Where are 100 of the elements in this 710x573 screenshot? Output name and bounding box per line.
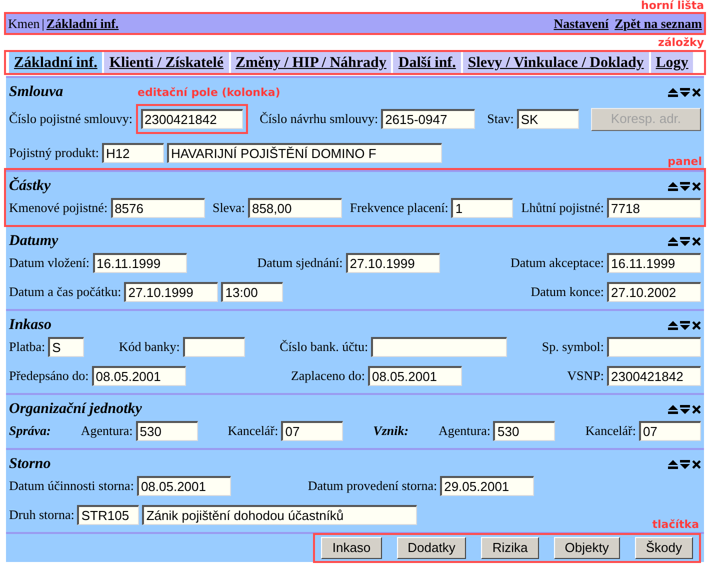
- close-icon[interactable]: [692, 404, 701, 414]
- collapse-icon[interactable]: [668, 236, 678, 246]
- tab[interactable]: Základní inf.: [9, 52, 104, 73]
- tab[interactable]: Slevy / Vinkulace / Doklady: [462, 52, 651, 73]
- collapse-icon[interactable]: [668, 320, 678, 330]
- input-field[interactable]: Zánik pojištění dohodou účastníků: [142, 505, 418, 525]
- collapse-icon[interactable]: [668, 404, 678, 414]
- annotation-label: editační pole (kolonka): [138, 87, 280, 98]
- field-label: Datum konce:: [530, 283, 604, 302]
- field-label: Kód banky:: [118, 338, 180, 356]
- input-field[interactable]: [182, 337, 245, 357]
- tab[interactable]: Další inf.: [393, 52, 463, 73]
- field-label: Datum a čas počátku:: [9, 283, 122, 302]
- field-label: Předepsáno do:: [9, 367, 89, 386]
- input-field[interactable]: 08.05.2001: [368, 366, 462, 386]
- breadcrumb-link[interactable]: Základní inf.: [46, 14, 119, 34]
- tab[interactable]: Logy: [650, 52, 696, 73]
- field-label: Sleva:: [212, 199, 245, 218]
- field-label: Platba:: [9, 338, 46, 356]
- input-field[interactable]: 27.10.2002: [607, 282, 701, 302]
- input-field[interactable]: 2300421842: [140, 109, 243, 129]
- input-field[interactable]: S: [48, 337, 84, 357]
- close-icon[interactable]: [692, 320, 701, 330]
- expand-icon[interactable]: [680, 404, 690, 414]
- action-button[interactable]: Objekty: [554, 537, 620, 559]
- expand-icon[interactable]: [680, 182, 690, 190]
- group-heading: Vznik:: [373, 422, 409, 440]
- input-field[interactable]: 16.11.1999: [92, 253, 187, 273]
- input-field[interactable]: 29.05.2001: [440, 476, 534, 496]
- input-field[interactable]: 07: [638, 421, 701, 441]
- action-button[interactable]: Inkaso: [321, 537, 382, 559]
- field-label: Agentura:: [80, 422, 133, 440]
- input-field[interactable]: H12: [102, 143, 164, 163]
- collapse-icon[interactable]: [668, 182, 678, 190]
- action-button[interactable]: Dodatky: [396, 537, 466, 559]
- input-field[interactable]: 27.10.1999: [346, 253, 440, 273]
- input-field[interactable]: 7718: [607, 198, 701, 218]
- input-field[interactable]: 858,00: [248, 198, 342, 218]
- top-bar-link[interactable]: Zpět na seznam: [614, 14, 702, 34]
- field-label: Frekvence placení:: [350, 199, 448, 218]
- input-field[interactable]: [606, 337, 701, 357]
- panel-title: Datumy: [9, 232, 58, 251]
- field-label: Sp. symbol:: [542, 338, 604, 356]
- field-label: Kancelář:: [585, 422, 636, 440]
- input-field[interactable]: HAVARIJNÍ POJIŠTĚNÍ DOMINO F: [166, 143, 442, 163]
- input-field[interactable]: [371, 337, 508, 357]
- field-label: Stav:: [487, 110, 514, 128]
- input-field[interactable]: SK: [516, 109, 579, 129]
- group-heading: Správa:: [9, 422, 51, 440]
- input-field[interactable]: 27.10.1999: [124, 282, 218, 302]
- close-icon[interactable]: [692, 460, 701, 468]
- field-label: Datum vložení:: [9, 254, 90, 272]
- annotation-label: záložky: [658, 37, 704, 48]
- action-button[interactable]: Rizika: [481, 537, 539, 559]
- annotation-label: tlačítka: [652, 519, 699, 530]
- action-button[interactable]: Škody: [634, 537, 693, 559]
- close-icon[interactable]: [692, 88, 701, 96]
- field-label: Agentura:: [438, 422, 490, 440]
- field-label: Datum účinnosti storna:: [9, 477, 134, 496]
- input-field[interactable]: 13:00: [221, 282, 284, 302]
- top-bar-link[interactable]: Nastavení: [554, 14, 609, 34]
- input-field[interactable]: STR105: [77, 505, 140, 525]
- field-label: Datum sjednání:: [257, 254, 343, 272]
- panel-title: Inkaso: [9, 316, 52, 335]
- field-label: Číslo bank. účtu:: [280, 338, 368, 356]
- input-field[interactable]: 07: [281, 421, 344, 441]
- input-field[interactable]: 2615-0947: [381, 109, 476, 129]
- input-field[interactable]: 530: [136, 421, 198, 441]
- expand-icon[interactable]: [680, 320, 690, 330]
- annotation-label: panel: [668, 156, 702, 167]
- field-label: Zaplaceno do:: [290, 367, 365, 386]
- panel-title: Storno: [9, 454, 51, 474]
- tab[interactable]: Klienti / Získatelé: [104, 52, 231, 73]
- field-label: Druh storna:: [9, 506, 74, 524]
- input-field[interactable]: 1: [451, 198, 514, 218]
- annotation-label: horní lišta: [640, 0, 704, 11]
- panel-title: Smlouva: [9, 82, 64, 102]
- collapse-icon[interactable]: [668, 460, 678, 468]
- expand-icon[interactable]: [680, 236, 690, 246]
- expand-icon[interactable]: [680, 460, 690, 468]
- close-icon[interactable]: [692, 182, 701, 190]
- input-field[interactable]: 8576: [110, 198, 205, 218]
- close-icon[interactable]: [692, 236, 701, 246]
- panel-title: Částky: [9, 176, 51, 196]
- input-field[interactable]: 16.11.1999: [606, 253, 701, 273]
- field-label: Datum provedení storna:: [308, 477, 438, 496]
- field-label: Lhůtní pojistné:: [521, 199, 604, 218]
- field-label: Kancelář:: [228, 422, 278, 440]
- breadcrumb-text: Kmen: [8, 14, 40, 33]
- input-field[interactable]: 08.05.2001: [92, 366, 186, 386]
- field-label: Číslo návrhu smlouvy:: [260, 110, 378, 128]
- field-label: Datum akceptace:: [510, 254, 604, 272]
- input-field[interactable]: 2300421842: [607, 366, 701, 386]
- tab[interactable]: Změny / HIP / Náhrady: [230, 52, 394, 73]
- field-label: Pojistný produkt:: [9, 144, 99, 162]
- expand-icon[interactable]: [680, 88, 690, 96]
- input-field[interactable]: 530: [493, 421, 556, 441]
- input-field[interactable]: 08.05.2001: [136, 476, 231, 496]
- field-label: Číslo pojistné smlouvy:: [9, 110, 133, 128]
- collapse-icon[interactable]: [668, 88, 678, 96]
